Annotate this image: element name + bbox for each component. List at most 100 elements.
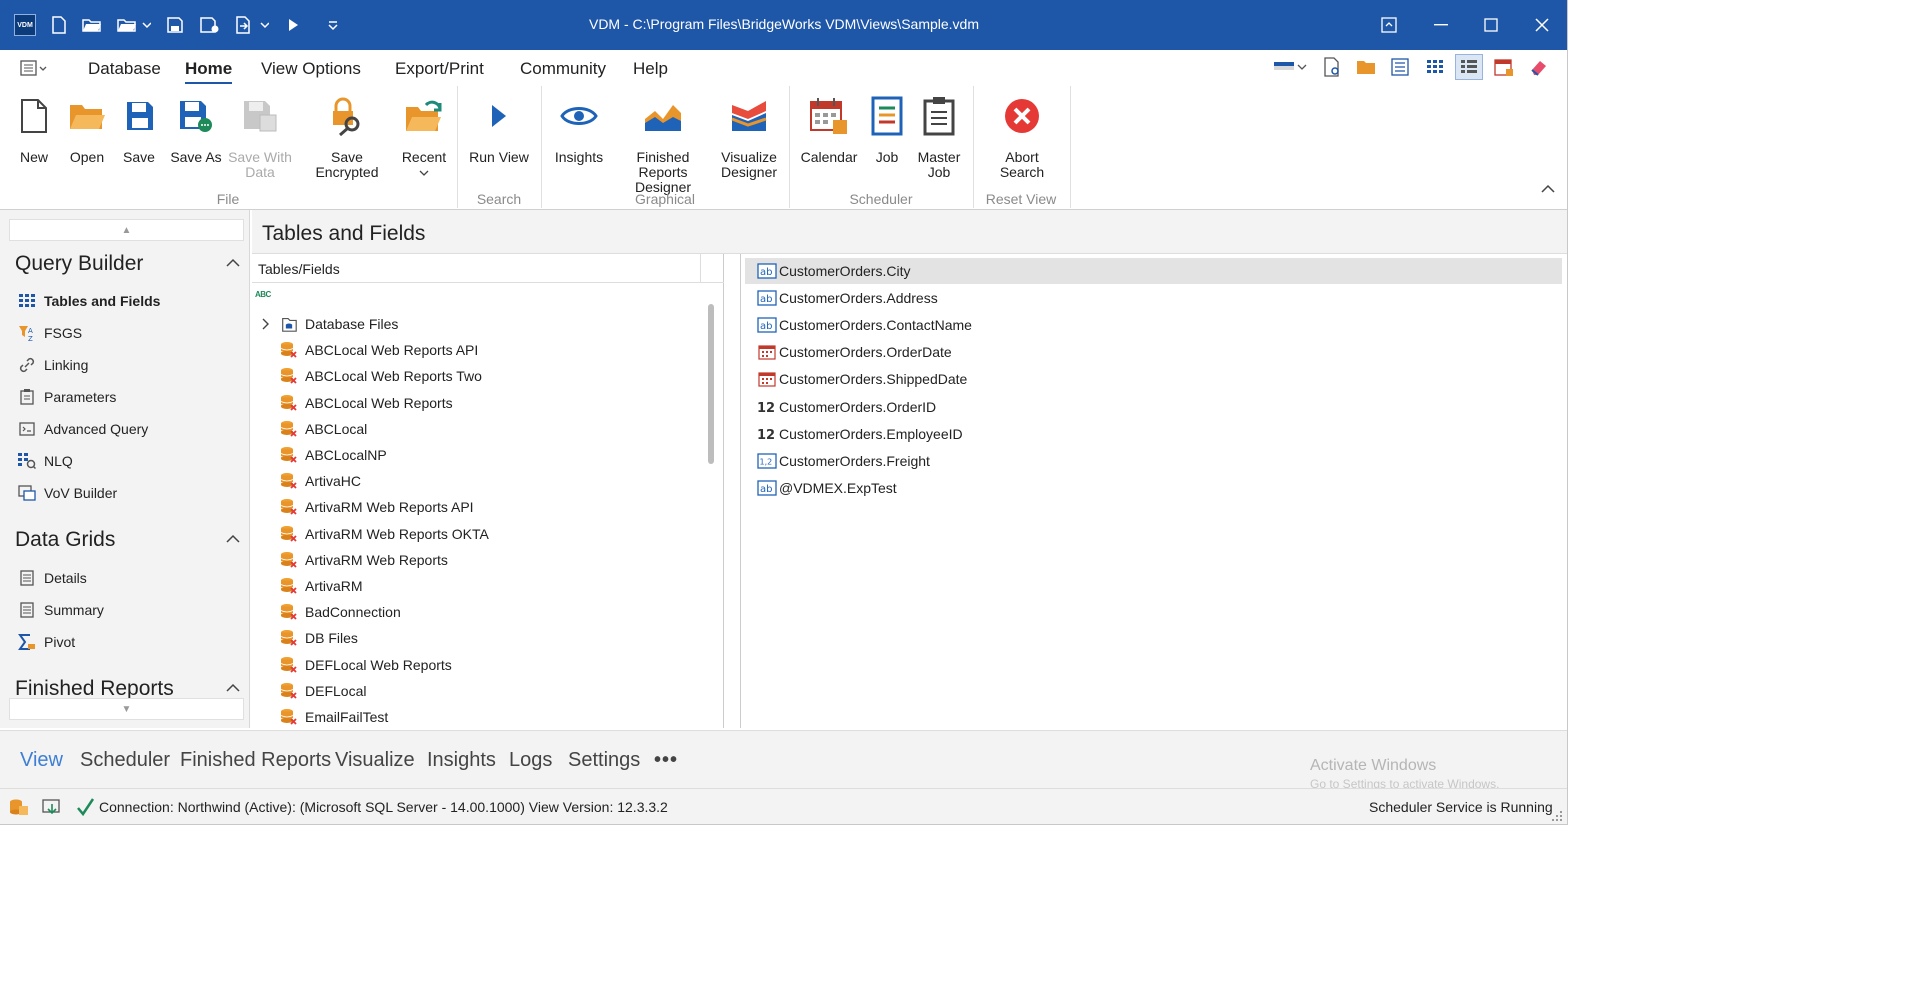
field-label: @VDMEX.ExpTest [779, 479, 897, 496]
abc-filter-icon[interactable]: ABC [255, 290, 277, 304]
calendar-button[interactable]: Calendar [800, 96, 858, 165]
tab-scheduler[interactable]: Scheduler [80, 749, 170, 772]
tree-node-connection[interactable]: ABCLocal Web Reports [252, 390, 702, 416]
tree-node-connection[interactable]: ArtivaRM Web Reports OKTA [252, 521, 702, 547]
job-button[interactable]: Job [866, 96, 908, 165]
nav-item-tables-and-fields[interactable]: Tables and Fields [18, 292, 160, 310]
tree-node-connection[interactable]: ArtivaRM Web Reports API [252, 494, 702, 520]
field-list-item[interactable]: CustomerOrders.OrderDate [745, 339, 1562, 365]
restore-layout-icon[interactable] [1377, 13, 1401, 37]
close-icon[interactable] [1530, 13, 1554, 37]
chevron-right-icon[interactable] [258, 311, 272, 337]
field-list-item[interactable]: CustomerOrders.ShippedDate [745, 366, 1562, 392]
nav-item-pivot[interactable]: Pivot [18, 633, 75, 651]
eraser-icon[interactable] [1528, 56, 1550, 78]
folder-database-icon [280, 315, 298, 333]
tab-settings[interactable]: Settings [568, 749, 640, 772]
nav-item-details[interactable]: Details [18, 569, 87, 587]
download-icon[interactable] [42, 797, 62, 817]
tab-finished-reports[interactable]: Finished Reports [180, 749, 331, 772]
nav-item-advanced-query[interactable]: Advanced Query [18, 420, 148, 438]
detail-grid-view-icon[interactable] [1455, 54, 1483, 80]
maximize-icon[interactable] [1479, 13, 1503, 37]
folder-icon[interactable] [1355, 56, 1377, 78]
menu-community[interactable]: Community [520, 59, 606, 79]
nav-scroll-down-button[interactable]: ▼ [9, 698, 244, 720]
visualize-designer-button[interactable]: Visualize Designer [718, 96, 780, 180]
nav-item-fsgs[interactable]: AZ FSGS [18, 324, 82, 342]
nav-section-data-grids[interactable]: Data Grids [15, 528, 115, 552]
tree-node-connection[interactable]: ABCLocal Web Reports Two [252, 363, 702, 389]
tree-node-connection[interactable]: ABCLocalNP [252, 442, 702, 468]
minimize-icon[interactable] [1429, 13, 1453, 37]
tree-node-database-files[interactable]: Database Files [252, 311, 702, 337]
menu-help[interactable]: Help [633, 59, 668, 79]
resize-grip-icon[interactable] [1550, 809, 1564, 823]
field-list-item[interactable]: ab CustomerOrders.ContactName [745, 312, 1562, 338]
database-icon[interactable] [9, 797, 29, 817]
field-list-item[interactable]: 12 CustomerOrders.OrderID [745, 394, 1562, 420]
text-field-icon: ab [757, 263, 777, 279]
open-button[interactable]: Open [66, 96, 108, 165]
save-with-data-button[interactable]: Save With Data [228, 96, 292, 180]
run-view-button[interactable]: Run View [468, 96, 530, 165]
grid-view-icon[interactable] [1424, 56, 1446, 78]
new-button[interactable]: New [14, 96, 54, 165]
nav-item-vov-builder[interactable]: VoV Builder [18, 484, 117, 502]
tree-node-connection[interactable]: ArtivaRM [252, 573, 702, 599]
chevron-up-icon[interactable] [226, 532, 240, 546]
save-as-button[interactable]: Save As [170, 96, 222, 165]
app-menu-icon[interactable] [20, 59, 48, 77]
tab-view[interactable]: View [20, 749, 63, 772]
chevron-up-icon[interactable] [226, 681, 240, 695]
nav-section-query-builder[interactable]: Query Builder [15, 252, 143, 276]
date-field-icon [757, 344, 777, 360]
nav-item-parameters[interactable]: Parameters [18, 388, 116, 406]
chevron-up-icon[interactable] [226, 256, 240, 270]
insights-button[interactable]: Insights [552, 96, 606, 165]
tree-node-connection[interactable]: DEFLocal Web Reports [252, 652, 702, 678]
field-list-item[interactable]: 1,2 CustomerOrders.Freight [745, 448, 1562, 474]
vertical-scrollbar[interactable] [708, 304, 714, 464]
field-list-item[interactable]: ab @VDMEX.ExpTest [745, 475, 1562, 501]
field-list-item[interactable]: 12 CustomerOrders.EmployeeID [745, 421, 1562, 447]
tab-visualize[interactable]: Visualize [335, 749, 415, 772]
tree-node-connection[interactable]: ArtivaHC [252, 468, 702, 494]
nav-scroll-up-button[interactable]: ▲ [9, 219, 244, 241]
nav-item-nlq[interactable]: NLQ [18, 452, 73, 470]
tab-logs[interactable]: Logs [509, 749, 552, 772]
document-settings-icon[interactable] [1321, 56, 1343, 78]
tab-insights[interactable]: Insights [427, 749, 496, 772]
menu-export-print[interactable]: Export/Print [395, 59, 484, 79]
tree-node-connection[interactable]: BadConnection [252, 599, 702, 625]
calendar-small-icon[interactable] [1493, 56, 1515, 78]
tree-node-connection[interactable]: ABCLocal [252, 416, 702, 442]
tree-node-connection[interactable]: ArtivaRM Web Reports [252, 547, 702, 573]
save-button[interactable]: Save [120, 96, 158, 165]
database-error-icon [280, 341, 298, 359]
nav-item-summary[interactable]: Summary [18, 601, 104, 619]
svg-text:A: A [28, 327, 33, 335]
recent-button[interactable]: Recent [400, 96, 448, 180]
field-list-item[interactable]: ab CustomerOrders.City [745, 258, 1562, 284]
field-list-item[interactable]: ab CustomerOrders.Address [745, 285, 1562, 311]
save-encrypted-button[interactable]: Save Encrypted [300, 96, 394, 180]
menu-view-options[interactable]: View Options [261, 59, 361, 79]
tree-node-connection[interactable]: ABCLocal Web Reports API [252, 337, 702, 363]
finished-reports-designer-button[interactable]: Finished Reports Designer [612, 96, 714, 195]
group-separator [973, 86, 974, 208]
menu-database[interactable]: Database [88, 59, 161, 79]
theme-selector-icon[interactable] [1272, 56, 1308, 78]
tree-node-connection[interactable]: DEFLocal [252, 678, 702, 704]
collapse-ribbon-icon[interactable] [1540, 182, 1556, 194]
menu-home[interactable]: Home [185, 59, 233, 84]
svg-text:ab: ab [760, 294, 772, 305]
list-view-icon[interactable] [1389, 56, 1411, 78]
master-job-button[interactable]: Master Job [914, 96, 964, 180]
nav-item-linking[interactable]: Linking [18, 356, 88, 374]
more-tabs-button[interactable]: ••• [654, 749, 678, 772]
tree-node-label: ABCLocal Web Reports [305, 394, 453, 411]
tree-node-connection[interactable]: DB Files [252, 625, 702, 651]
tree-node-connection[interactable]: EmailFailTest [252, 704, 702, 730]
abort-search-button[interactable]: Abort Search [990, 96, 1054, 180]
